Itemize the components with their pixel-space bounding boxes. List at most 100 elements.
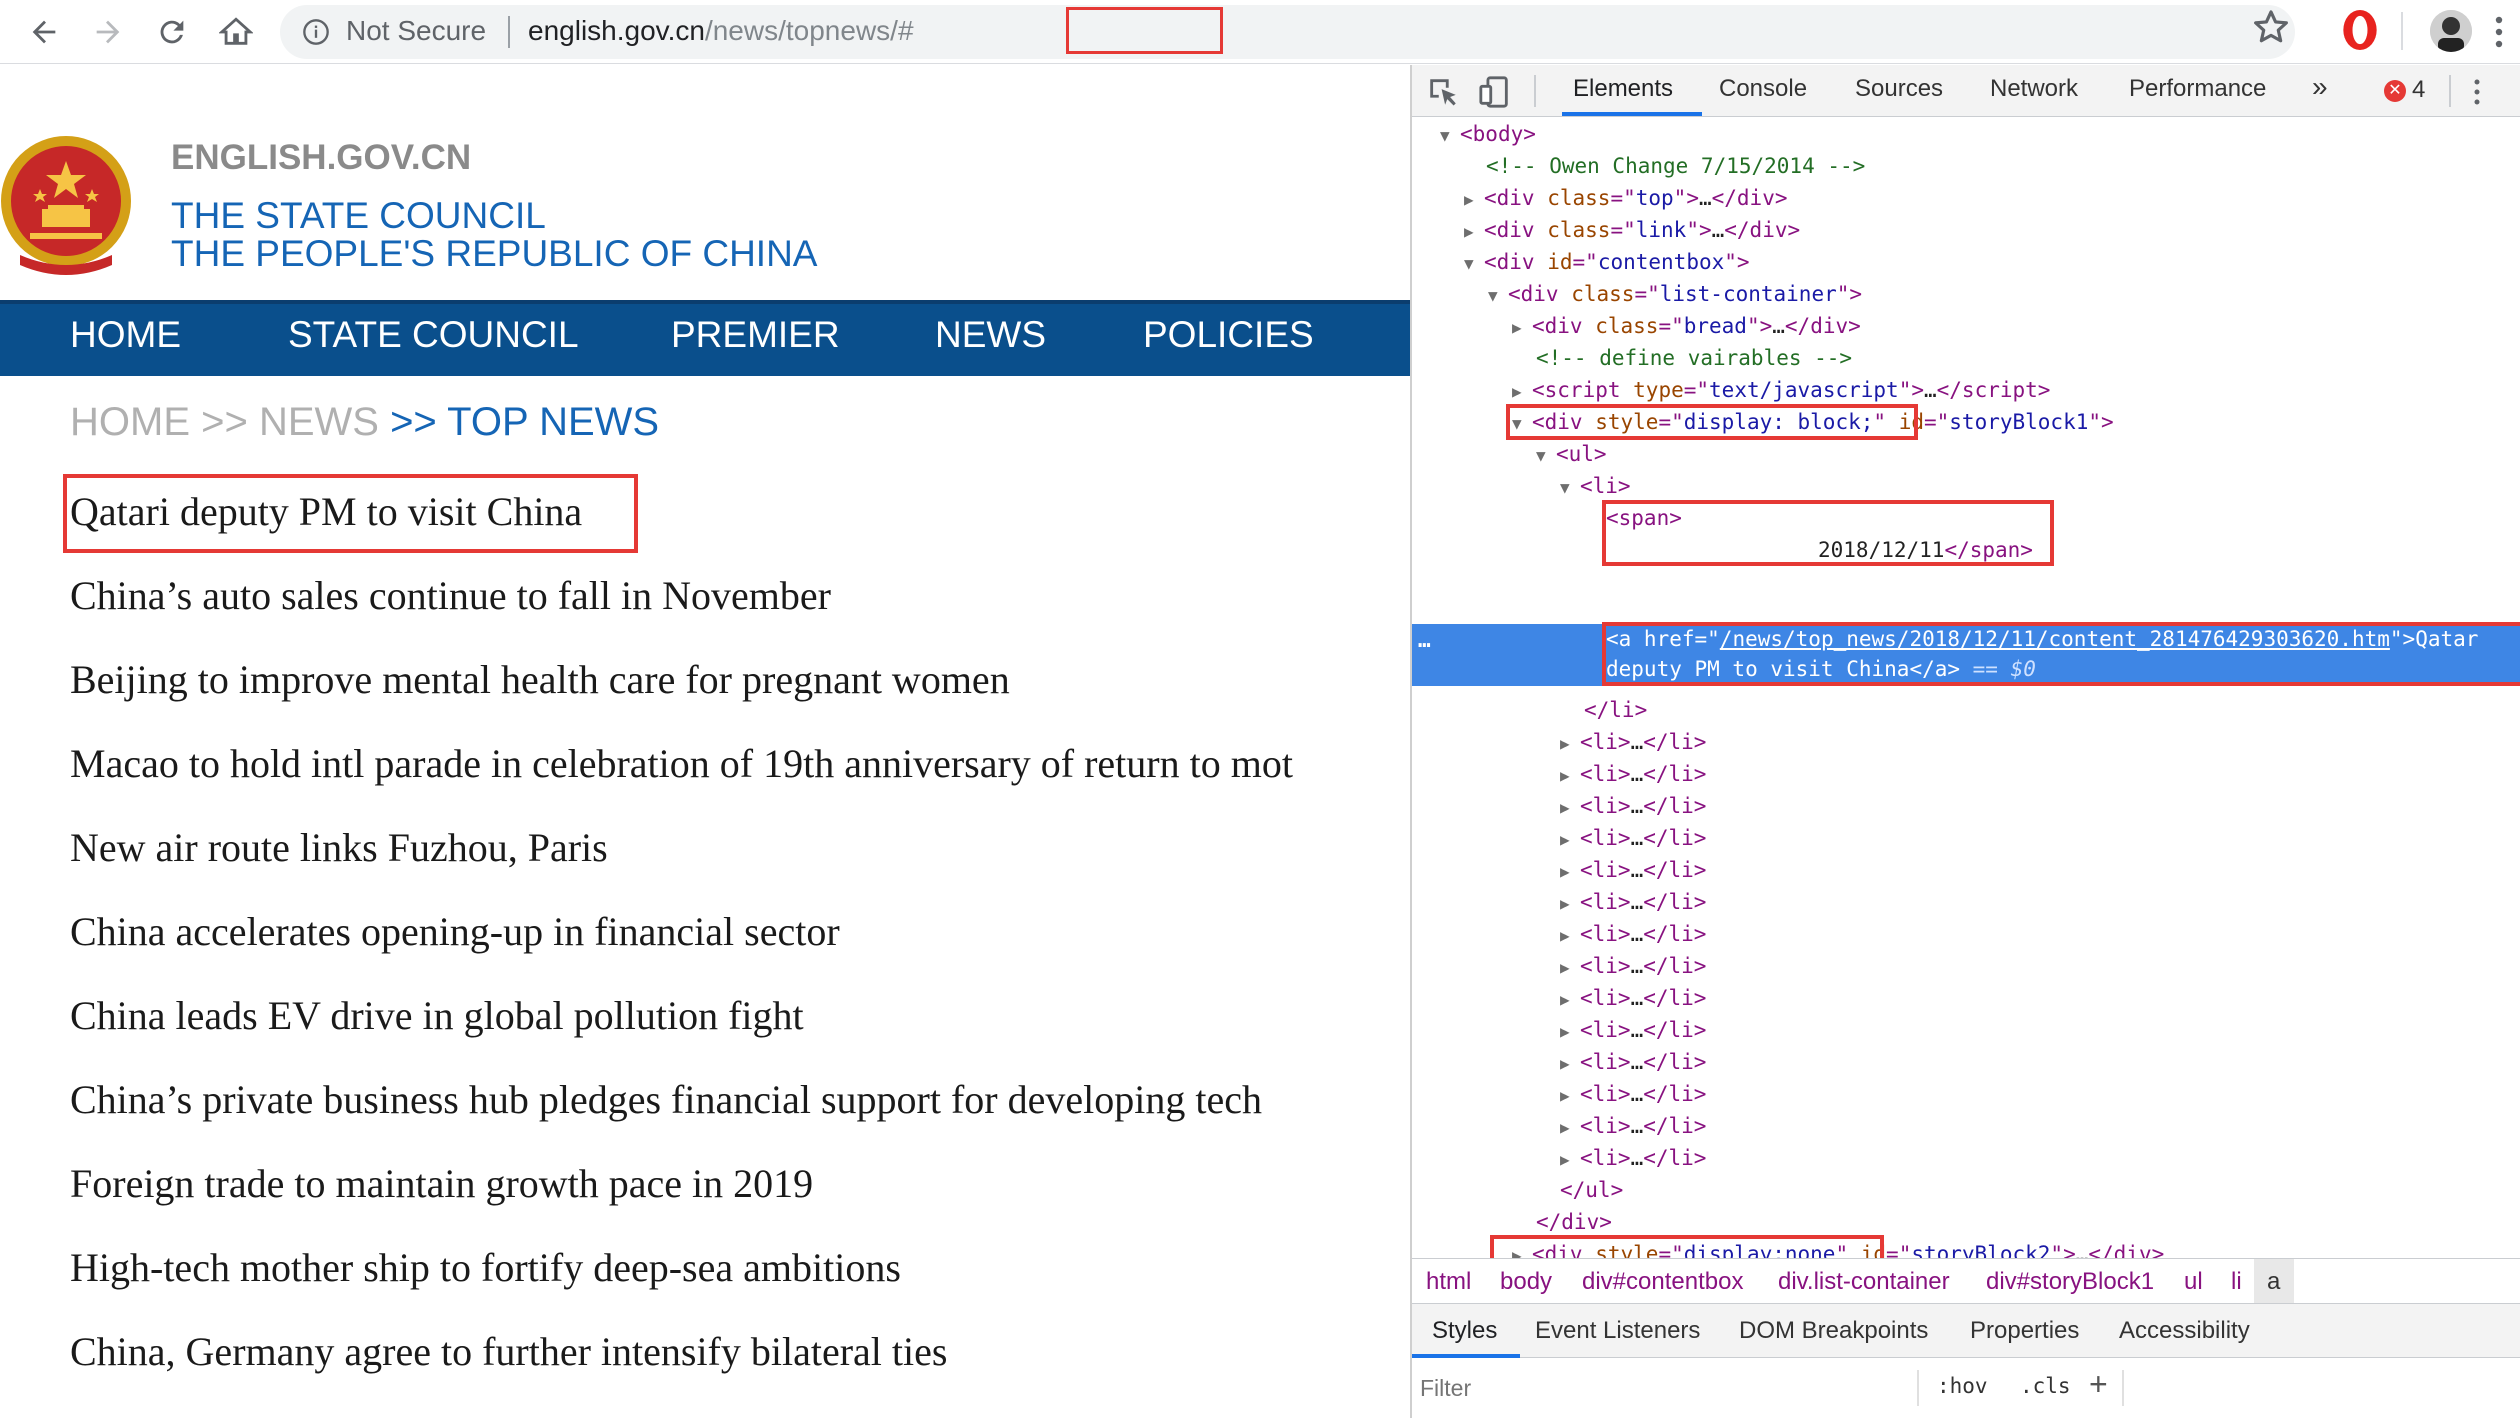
- news-item[interactable]: Foreign trade to maintain growth pace in…: [70, 1160, 813, 1207]
- expand-triangle-icon[interactable]: ▶: [1560, 984, 1580, 1016]
- error-count[interactable]: 4: [2412, 76, 2425, 104]
- kebab-menu-icon[interactable]: [2472, 77, 2482, 107]
- expand-triangle-icon[interactable]: ▶: [1560, 1144, 1580, 1176]
- nav-home[interactable]: HOME: [70, 314, 181, 356]
- news-item[interactable]: High-tech mother ship to fortify deep-se…: [70, 1244, 901, 1291]
- nav-state-council[interactable]: STATE COUNCIL: [288, 314, 579, 356]
- tab-network[interactable]: Network: [1990, 75, 2078, 103]
- reload-button[interactable]: [148, 8, 196, 56]
- dom-node-div-contentbox[interactable]: ▼ <div id="contentbox">: [1464, 246, 1750, 278]
- news-item[interactable]: New air route links Fuzhou, Paris: [70, 824, 608, 871]
- news-item[interactable]: Macao to hold intl parade in celebration…: [70, 740, 1293, 787]
- news-item[interactable]: China’s auto sales continue to fall in N…: [70, 572, 831, 619]
- dom-node-li-collapsed[interactable]: ▶ <li>…</li>: [1560, 1046, 1706, 1078]
- expand-triangle-icon[interactable]: ▶: [1560, 1016, 1580, 1048]
- dom-comment[interactable]: <!-- define vairables -->: [1536, 342, 1852, 374]
- cls-toggle[interactable]: .cls: [2020, 1374, 2071, 1398]
- opera-icon[interactable]: [2340, 8, 2380, 52]
- expand-triangle-icon[interactable]: ▶: [1560, 1112, 1580, 1144]
- expand-triangle-icon[interactable]: ▶: [1560, 792, 1580, 824]
- new-style-rule-button[interactable]: +: [2089, 1366, 2108, 1403]
- expand-triangle-icon[interactable]: ▶: [1560, 760, 1580, 792]
- expand-triangle-icon[interactable]: ▶: [1560, 728, 1580, 760]
- dom-node-div-close[interactable]: </div>: [1536, 1206, 1612, 1238]
- dom-node-li-collapsed[interactable]: ▶ <li>…</li>: [1560, 886, 1706, 918]
- nav-policies[interactable]: POLICIES: [1143, 314, 1314, 356]
- dom-node-li-collapsed[interactable]: ▶ <li>…</li>: [1560, 918, 1706, 950]
- info-icon[interactable]: [302, 18, 330, 46]
- dom-node-script[interactable]: ▶ <script type="text/javascript">…</scrip…: [1512, 374, 2050, 406]
- kebab-menu-icon[interactable]: [2493, 12, 2505, 52]
- device-toolbar-icon[interactable]: [1478, 75, 1512, 109]
- dom-crumb-a[interactable]: a: [2267, 1268, 2280, 1296]
- dom-node-div-list-container[interactable]: ▼ <div class="list-container">: [1488, 278, 1862, 310]
- dom-node-li-close[interactable]: </li>: [1584, 694, 1647, 726]
- home-button[interactable]: [212, 8, 260, 56]
- expand-triangle-icon[interactable]: ▶: [1560, 1048, 1580, 1080]
- address-bar[interactable]: Not Secure english.gov.cn/news/topnews/#: [280, 5, 2295, 59]
- news-item[interactable]: China leads EV drive in global pollution…: [70, 992, 804, 1039]
- inspect-icon[interactable]: [1426, 75, 1460, 109]
- url-text[interactable]: english.gov.cn/news/topnews/#: [528, 15, 914, 47]
- tab-console[interactable]: Console: [1719, 75, 1807, 103]
- dom-node-li-collapsed[interactable]: ▶ <li>…</li>: [1560, 790, 1706, 822]
- dom-node-div-link[interactable]: ▶ <div class="link">…</div>: [1464, 214, 1800, 246]
- dom-crumb-list-container[interactable]: div.list-container: [1778, 1268, 1950, 1296]
- dom-crumb-storyblock1[interactable]: div#storyBlock1: [1986, 1268, 2154, 1296]
- error-icon[interactable]: ✕: [2384, 80, 2406, 102]
- dom-node-li-collapsed[interactable]: ▶ <li>…</li>: [1560, 1142, 1706, 1174]
- site-subtitle-prc[interactable]: THE PEOPLE'S REPUBLIC OF CHINA: [171, 233, 818, 275]
- security-label[interactable]: Not Secure: [346, 15, 486, 47]
- subtab-accessibility[interactable]: Accessibility: [2119, 1317, 2250, 1345]
- expand-triangle-icon[interactable]: ▶: [1560, 856, 1580, 888]
- more-tabs-button[interactable]: »: [2312, 71, 2328, 103]
- dom-node-li-collapsed[interactable]: ▶ <li>…</li>: [1560, 854, 1706, 886]
- expand-triangle-icon[interactable]: ▶: [1560, 888, 1580, 920]
- breadcrumb-news[interactable]: NEWS: [259, 400, 379, 444]
- dom-node-li-collapsed[interactable]: ▶ <li>…</li>: [1560, 950, 1706, 982]
- dom-node-li-collapsed[interactable]: ▶ <li>…</li>: [1560, 822, 1706, 854]
- star-icon[interactable]: [2252, 8, 2290, 46]
- hov-toggle[interactable]: :hov: [1937, 1374, 1988, 1398]
- tab-performance[interactable]: Performance: [2129, 75, 2266, 103]
- dom-node-li-collapsed[interactable]: ▶ <li>…</li>: [1560, 1078, 1706, 1110]
- expand-triangle-icon[interactable]: ▶: [1560, 920, 1580, 952]
- dom-crumb-ul[interactable]: ul: [2184, 1268, 2203, 1296]
- subtab-dom-breakpoints[interactable]: DOM Breakpoints: [1739, 1317, 1928, 1345]
- forward-button[interactable]: [84, 8, 132, 56]
- news-item[interactable]: China, Germany agree to further intensif…: [70, 1328, 947, 1375]
- site-name[interactable]: ENGLISH.GOV.CN: [171, 138, 471, 178]
- dom-crumb-contentbox[interactable]: div#contentbox: [1582, 1268, 1743, 1296]
- subtab-event-listeners[interactable]: Event Listeners: [1535, 1317, 1700, 1345]
- news-item[interactable]: China accelerates opening-up in financia…: [70, 908, 840, 955]
- dom-comment[interactable]: <!-- Owen Change 7/15/2014 -->: [1486, 150, 1865, 182]
- dom-node-li-collapsed[interactable]: ▶ <li>…</li>: [1560, 758, 1706, 790]
- dom-crumb-body[interactable]: body: [1500, 1268, 1552, 1296]
- tab-sources[interactable]: Sources: [1855, 75, 1943, 103]
- dom-node-ul-close[interactable]: </ul>: [1560, 1174, 1623, 1206]
- node-actions-ellipsis[interactable]: …: [1418, 624, 1431, 656]
- dom-node-ul[interactable]: ▼ <ul>: [1536, 438, 1607, 470]
- news-item[interactable]: Beijing to improve mental health care fo…: [70, 656, 1010, 703]
- dom-node-body[interactable]: ▼ <body>: [1440, 118, 1536, 150]
- dom-node-div-top[interactable]: ▶ <div class="top">…</div>: [1464, 182, 1787, 214]
- site-subtitle-state-council[interactable]: THE STATE COUNCIL: [171, 195, 546, 237]
- styles-filter-input[interactable]: [1420, 1370, 1920, 1406]
- expand-triangle-icon[interactable]: ▶: [1560, 952, 1580, 984]
- dom-node-li-collapsed[interactable]: ▶ <li>…</li>: [1560, 1110, 1706, 1142]
- subtab-styles[interactable]: Styles: [1432, 1317, 1497, 1345]
- subtab-properties[interactable]: Properties: [1970, 1317, 2079, 1345]
- avatar[interactable]: [2430, 10, 2472, 52]
- dom-crumb-li[interactable]: li: [2231, 1268, 2242, 1296]
- tab-elements[interactable]: Elements: [1573, 75, 1673, 103]
- expand-triangle-icon[interactable]: ▶: [1560, 1080, 1580, 1112]
- breadcrumb-home[interactable]: HOME: [70, 400, 190, 444]
- dom-node-li-collapsed[interactable]: ▶ <li>…</li>: [1560, 982, 1706, 1014]
- nav-news[interactable]: NEWS: [935, 314, 1046, 356]
- dom-node-li-collapsed[interactable]: ▶ <li>…</li>: [1560, 726, 1706, 758]
- back-button[interactable]: [20, 8, 68, 56]
- dom-node-li-collapsed[interactable]: ▶ <li>…</li>: [1560, 1014, 1706, 1046]
- dom-crumb-html[interactable]: html: [1426, 1268, 1471, 1296]
- nav-premier[interactable]: PREMIER: [671, 314, 840, 356]
- expand-triangle-icon[interactable]: ▶: [1560, 824, 1580, 856]
